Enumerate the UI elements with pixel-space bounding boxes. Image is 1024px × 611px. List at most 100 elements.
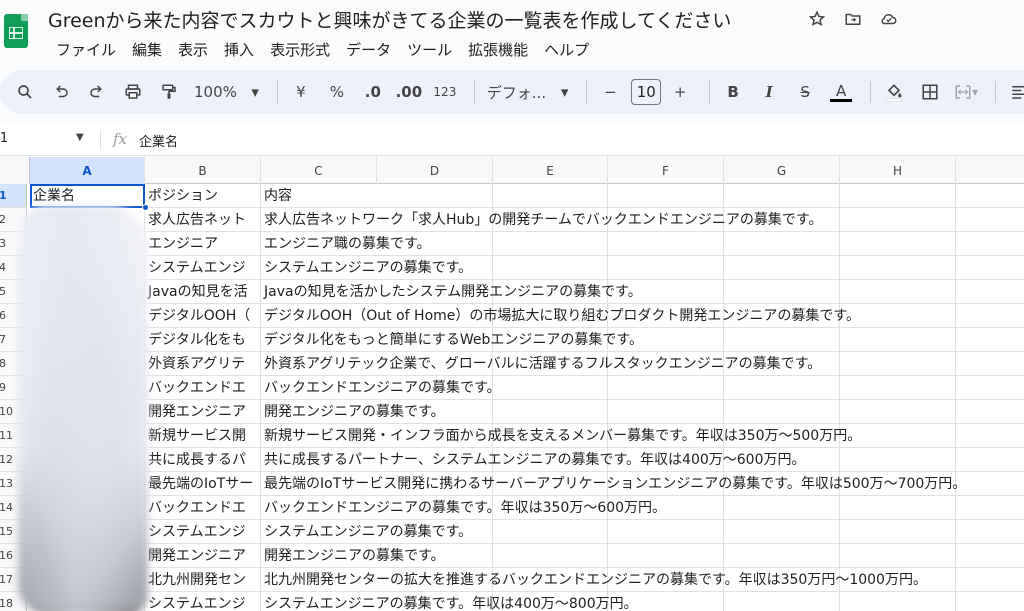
empty-cell[interactable] (724, 328, 840, 352)
empty-cell[interactable] (840, 496, 956, 520)
cell-description[interactable]: 外資系アグリテック企業で、グローバルに活躍するフルスタックエンジニアの募集です。 (261, 352, 821, 376)
empty-cell[interactable] (840, 184, 956, 208)
increase-font-size-button[interactable]: + (665, 77, 695, 107)
empty-cell[interactable] (493, 184, 608, 208)
sheets-logo-icon[interactable] (4, 14, 28, 48)
cell-position[interactable]: 開発エンジニア (145, 544, 261, 568)
decrease-font-size-button[interactable]: − (595, 77, 625, 107)
empty-cell[interactable] (956, 520, 1024, 544)
empty-cell[interactable] (840, 520, 956, 544)
cell-description[interactable]: 最先端のIoTサービス開発に携わるサーバーアプリケーションエンジニアの募集です。… (261, 472, 966, 496)
cell-position[interactable]: 新規サービス開 (145, 424, 261, 448)
empty-cell[interactable] (608, 376, 724, 400)
empty-cell[interactable] (956, 232, 1024, 256)
cell-description[interactable]: 求人広告ネットワーク「求人Hub」の開発チームでバックエンドエンジニアの募集です… (261, 208, 822, 232)
empty-cell[interactable] (493, 376, 608, 400)
column-header-f[interactable]: F (608, 157, 724, 184)
empty-cell[interactable] (840, 232, 956, 256)
chevron-down-icon[interactable]: ▼ (76, 132, 84, 143)
cell-description[interactable]: デジタル化をもっと簡単にするWebエンジニアの募集です。 (261, 328, 643, 352)
fill-handle[interactable] (142, 204, 149, 211)
zoom-select[interactable]: 100% ▾ (190, 77, 263, 107)
menu-data[interactable]: データ (338, 37, 399, 62)
column-header-d[interactable]: D (377, 157, 493, 184)
empty-cell[interactable] (493, 256, 608, 280)
increase-decimal-button[interactable]: .00 (394, 77, 424, 107)
empty-cell[interactable] (608, 400, 724, 424)
redo-icon[interactable] (82, 77, 112, 107)
empty-cell[interactable] (840, 400, 956, 424)
currency-format-button[interactable]: ¥ (286, 77, 316, 107)
undo-icon[interactable] (46, 77, 76, 107)
column-header-b[interactable]: B (145, 157, 261, 184)
column-header-c[interactable]: C (261, 157, 377, 184)
cell-position[interactable]: 外資系アグリテ (145, 352, 261, 376)
menu-help[interactable]: ヘルプ (536, 37, 597, 62)
cell-description[interactable]: Javaの知見を活かしたシステム開発エンジニアの募集です。 (261, 280, 642, 304)
menu-view[interactable]: 表示 (170, 37, 216, 62)
move-folder-icon[interactable] (842, 8, 864, 30)
search-icon[interactable] (10, 77, 40, 107)
empty-cell[interactable] (493, 520, 608, 544)
star-icon[interactable] (806, 8, 828, 30)
empty-cell[interactable] (840, 376, 956, 400)
empty-cell[interactable] (840, 544, 956, 568)
cell-position[interactable]: 求人広告ネット (145, 208, 261, 232)
select-all-corner[interactable] (0, 157, 30, 184)
cell-position[interactable]: バックエンドエ (145, 496, 261, 520)
empty-cell[interactable] (956, 400, 1024, 424)
empty-cell[interactable] (724, 520, 840, 544)
column-header-a[interactable]: A (30, 157, 145, 184)
cell-position[interactable]: デジタル化をも (145, 328, 261, 352)
empty-cell[interactable] (956, 184, 1024, 208)
cell-description[interactable]: 内容 (261, 184, 377, 208)
cell-description[interactable]: エンジニア職の募集です。 (261, 232, 431, 256)
percent-format-button[interactable]: % (322, 77, 352, 107)
cell-position[interactable]: エンジニア (145, 232, 261, 256)
empty-cell[interactable] (956, 304, 1024, 328)
text-color-button[interactable]: A (826, 77, 856, 107)
document-title[interactable]: Greenから来た内容でスカウトと興味がきてる企業の一覧表を作成してください (48, 6, 731, 33)
empty-cell[interactable] (956, 280, 1024, 304)
empty-cell[interactable] (724, 184, 840, 208)
formula-input[interactable]: 企業名 (139, 131, 178, 150)
empty-cell[interactable] (724, 496, 840, 520)
empty-cell[interactable] (724, 592, 840, 611)
empty-cell[interactable] (608, 184, 724, 208)
empty-cell[interactable] (724, 544, 840, 568)
empty-cell[interactable] (840, 448, 956, 472)
cell-position[interactable]: システムエンジ (145, 256, 261, 280)
empty-cell[interactable] (840, 592, 956, 611)
cell-description[interactable]: 開発エンジニアの募集です。 (261, 544, 445, 568)
empty-cell[interactable] (724, 400, 840, 424)
column-header-g[interactable]: G (724, 157, 840, 184)
empty-cell[interactable] (956, 352, 1024, 376)
cell-description[interactable]: 北九州開発センターの拡大を推進するバックエンドエンジニアの募集です。年収は350… (261, 568, 927, 592)
empty-cell[interactable] (956, 568, 1024, 592)
empty-cell[interactable] (724, 376, 840, 400)
row-header[interactable]: 1 (0, 184, 27, 208)
fill-color-icon[interactable] (879, 77, 909, 107)
empty-cell[interactable] (956, 424, 1024, 448)
cell-position[interactable]: バックエンドエ (145, 376, 261, 400)
empty-cell[interactable] (608, 232, 724, 256)
empty-cell[interactable] (608, 256, 724, 280)
empty-cell[interactable] (956, 328, 1024, 352)
cell-description[interactable]: 共に成長するパートナー、システムエンジニアの募集です。年収は400万～600万円… (261, 448, 805, 472)
empty-cell[interactable] (956, 544, 1024, 568)
cell-position[interactable]: 共に成長するパ (145, 448, 261, 472)
menu-edit[interactable]: 編集 (124, 37, 170, 62)
cell-position[interactable]: システムエンジ (145, 520, 261, 544)
cell-position[interactable]: 北九州開発セン (145, 568, 261, 592)
number-format-button[interactable]: 123 (430, 77, 460, 107)
font-family-select[interactable]: デフォ... ▾ (483, 77, 573, 107)
empty-cell[interactable] (956, 208, 1024, 232)
strikethrough-button[interactable]: S (790, 77, 820, 107)
column-header-i[interactable]: I (956, 157, 1024, 184)
cell-position[interactable]: デジタルOOH（ (145, 304, 261, 328)
cell-description[interactable]: 開発エンジニアの募集です。 (261, 400, 445, 424)
decrease-decimal-button[interactable]: .0 (358, 77, 388, 107)
cell-description[interactable]: デジタルOOH（Out of Home）の市場拡大に取り組むプロダクト開発エンジ… (261, 304, 860, 328)
empty-cell[interactable] (493, 232, 608, 256)
column-header-h[interactable]: H (840, 157, 956, 184)
